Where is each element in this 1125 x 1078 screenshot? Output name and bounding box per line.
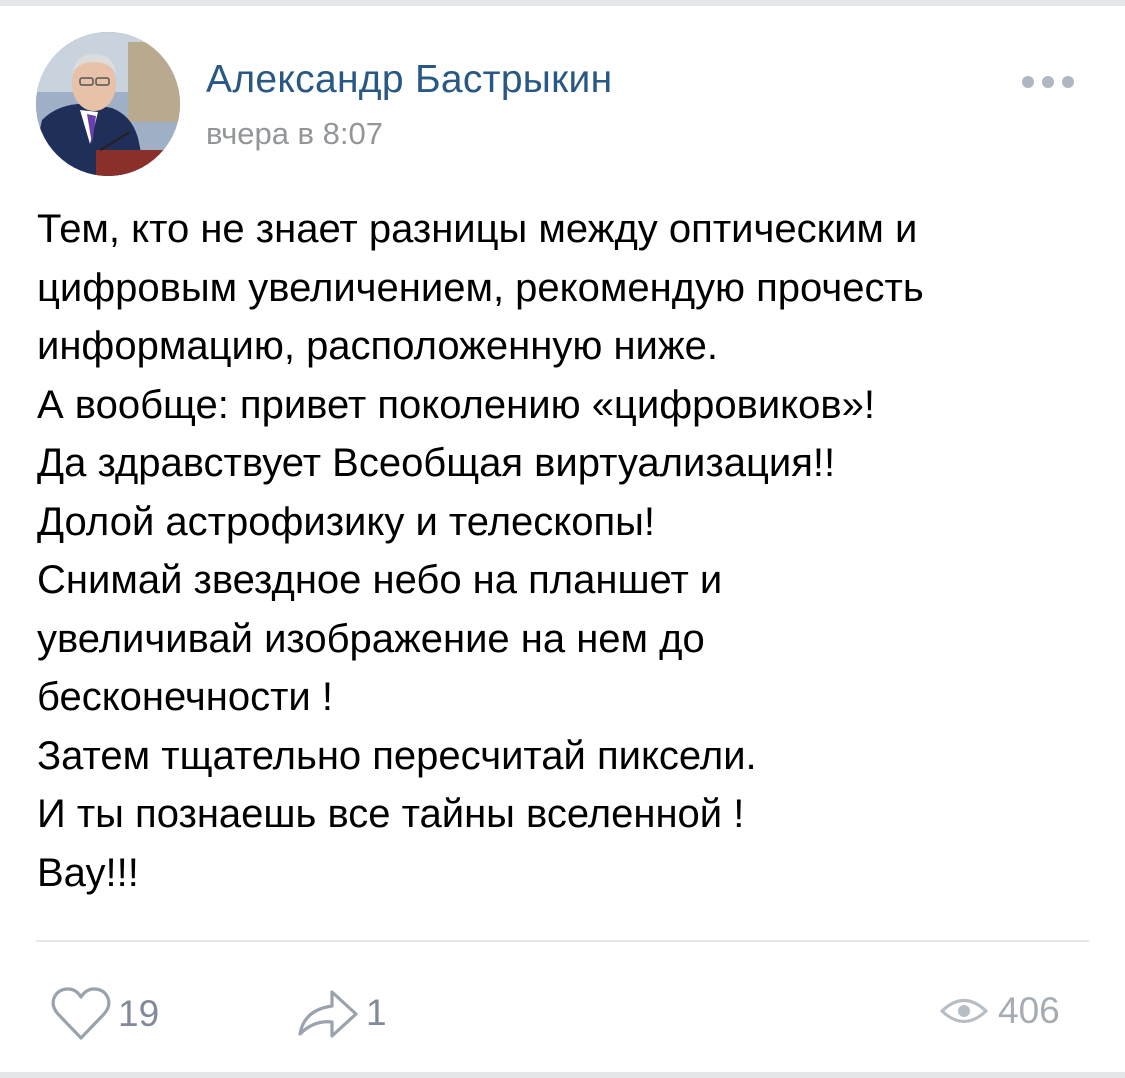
post-card: Александр Бастрыкин вчера в 8:07 Тем, кт…: [0, 6, 1125, 1078]
avatar[interactable]: [36, 32, 180, 176]
footer-divider: [36, 940, 1089, 942]
post-text-line: Вау!!!: [37, 850, 139, 895]
post-text-line: бесконечности !: [37, 675, 333, 719]
avatar-photo: [36, 32, 180, 176]
post-text-line: увеличивай изображение на нем до: [37, 616, 705, 661]
like-count: 19: [118, 993, 160, 1034]
share-count: 1: [366, 992, 387, 1033]
post-text-line: Затем тщательно пересчитай пиксели.: [37, 733, 757, 778]
author-name[interactable]: Александр Бастрыкин: [206, 58, 612, 102]
post-text: Тем, кто не знает разницы между оптическ…: [37, 200, 1097, 902]
like-button[interactable]: 19: [50, 986, 159, 1042]
post-text-line: Да здравствует Всеобщая виртуализация!!: [37, 441, 836, 485]
views-counter: 406: [940, 990, 1060, 1032]
share-button[interactable]: 1: [296, 986, 387, 1040]
bottom-separator: [0, 1072, 1125, 1078]
more-button[interactable]: [1010, 62, 1086, 102]
post-text-line: цифровым увеличением, рекомендую прочест…: [37, 265, 924, 310]
eye-icon: [940, 999, 988, 1023]
post-time[interactable]: вчера в 8:07: [206, 116, 383, 152]
post-text-line: Долой астрофизику и телескопы!: [37, 499, 656, 544]
more-dots-icon: [1022, 76, 1074, 88]
post-text-line: И ты познаешь все тайны вселенной !: [37, 792, 745, 836]
share-arrow-icon: [298, 990, 358, 1038]
heart-outline-icon: [51, 987, 111, 1040]
post-text-line: Тем, кто не знает разницы между оптическ…: [37, 207, 918, 251]
post-text-line: Снимай звездное небо на планшет и: [37, 558, 723, 602]
post-text-line: А вообще: привет поколению «цифровиков»!: [37, 382, 875, 427]
post-text-line: информацию, расположенную ниже.: [37, 324, 719, 368]
views-count: 406: [998, 990, 1060, 1031]
